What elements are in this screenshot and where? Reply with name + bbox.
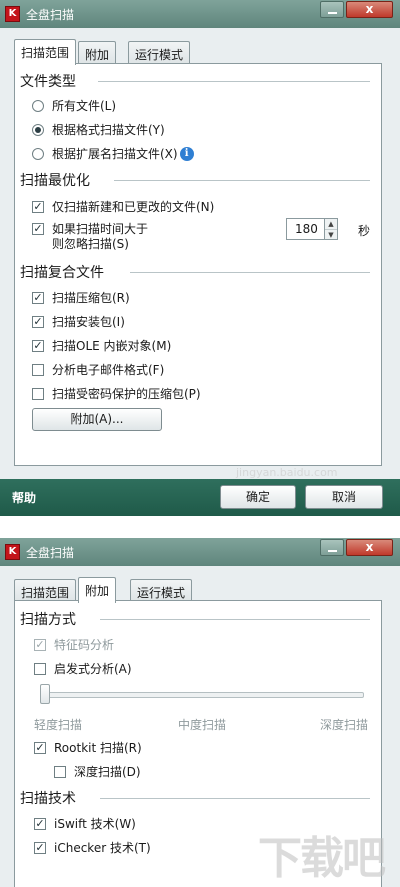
heuristic-analysis-checkbox[interactable]: 启发式分析(A) xyxy=(34,660,132,677)
radio-button[interactable] xyxy=(32,99,44,112)
seconds-value[interactable]: 180 xyxy=(295,222,318,236)
footer-bar: 帮助 确定 取消 xyxy=(0,479,400,516)
checkbox[interactable]: ✓ xyxy=(34,841,46,854)
checkbox[interactable] xyxy=(54,765,66,778)
skip-label-line2: 则忽略扫描(S) xyxy=(52,237,129,251)
rootkit-scan-checkbox[interactable]: ✓ Rootkit 扫描(R) xyxy=(34,739,142,756)
radio-by-format[interactable]: 根据格式扫描文件(Y) xyxy=(32,121,165,138)
checkbox[interactable]: ✓ xyxy=(34,817,46,830)
seconds-stepper[interactable]: 180 ▲ ▼ xyxy=(286,218,338,240)
checkbox[interactable]: ✓ xyxy=(34,638,46,651)
scan-level-slider[interactable] xyxy=(44,692,364,698)
title-bar: K 全盘扫描 x xyxy=(0,0,400,28)
info-icon[interactable]: i xyxy=(179,146,194,161)
checkbox[interactable] xyxy=(32,363,44,376)
scan-settings-window: K 全盘扫描 x 扫描范围 附加 运行模式 文件类型 所有文件(L) 根据格式扫… xyxy=(0,0,400,516)
tab-extra[interactable]: 附加 xyxy=(78,577,117,603)
checkbox[interactable]: ✓ xyxy=(34,741,46,754)
radio-button[interactable] xyxy=(32,147,44,160)
kaspersky-logo-icon: K xyxy=(5,544,20,560)
radio-all-files[interactable]: 所有文件(L) xyxy=(32,97,116,114)
divider xyxy=(98,81,370,82)
signature-analysis-checkbox[interactable]: ✓ 特征码分析 xyxy=(34,636,114,653)
deep-scan-checkbox[interactable]: 深度扫描(D) xyxy=(54,763,141,780)
window-title: 全盘扫描 xyxy=(26,8,75,22)
ichecker-checkbox[interactable]: ✓ iChecker 技术(T) xyxy=(34,839,151,856)
stepper-up-icon[interactable]: ▲ xyxy=(325,219,337,229)
checkbox[interactable]: ✓ xyxy=(32,291,44,304)
radio-by-extension[interactable]: 根据扩展名扫描文件(X) i xyxy=(32,145,194,162)
level-deep-label: 深度扫描 xyxy=(320,718,369,732)
radio-button[interactable] xyxy=(32,123,44,136)
minimize-button[interactable] xyxy=(320,1,344,18)
level-light-label: 轻度扫描 xyxy=(34,718,83,732)
tab-scan-scope[interactable]: 扫描范围 xyxy=(14,39,77,65)
password-archives-checkbox[interactable]: 扫描受密码保护的压缩包(P) xyxy=(32,385,201,402)
checkbox[interactable]: ✓ xyxy=(32,315,44,328)
checkbox[interactable]: ✓ xyxy=(32,223,44,235)
tab-extra[interactable]: 附加 xyxy=(78,41,117,65)
iswift-checkbox[interactable]: ✓ iSwift 技术(W) xyxy=(34,815,136,832)
scan-installers-checkbox[interactable]: ✓ 扫描安装包(I) xyxy=(32,313,125,330)
skip-long-scan-checkbox[interactable]: ✓ 如果扫描时间大于 则忽略扫描(S) xyxy=(32,222,148,252)
level-medium-label: 中度扫描 xyxy=(178,718,227,732)
divider xyxy=(114,180,370,181)
scan-ole-checkbox[interactable]: ✓ 扫描OLE 内嵌对象(M) xyxy=(32,337,171,354)
slider-handle[interactable] xyxy=(40,684,50,704)
divider xyxy=(130,272,370,273)
extra-button[interactable]: 附加(A)... xyxy=(32,408,162,431)
file-types-heading: 文件类型 xyxy=(20,74,76,90)
title-bar: K 全盘扫描 x xyxy=(0,538,400,566)
minimize-button[interactable] xyxy=(320,539,344,556)
scan-methods-heading: 扫描方式 xyxy=(20,612,76,628)
optimize-heading: 扫描最优化 xyxy=(20,173,90,189)
close-button[interactable]: x xyxy=(346,1,393,18)
watermark: jingyan.baidu.com xyxy=(236,466,338,479)
help-link[interactable]: 帮助 xyxy=(12,489,36,506)
watermark: 下载吧 xyxy=(258,833,386,884)
divider xyxy=(100,619,370,620)
checkbox[interactable]: ✓ xyxy=(32,339,44,352)
checkbox[interactable] xyxy=(34,662,46,675)
skip-label-line1: 如果扫描时间大于 xyxy=(52,222,149,236)
window-title: 全盘扫描 xyxy=(26,546,75,560)
tab-run-mode[interactable]: 运行模式 xyxy=(128,41,191,65)
kaspersky-logo-icon: K xyxy=(5,6,20,22)
divider xyxy=(100,798,370,799)
stepper-down-icon[interactable]: ▼ xyxy=(325,229,337,239)
cancel-button[interactable]: 取消 xyxy=(305,485,383,509)
scan-archives-checkbox[interactable]: ✓ 扫描压缩包(R) xyxy=(32,289,130,306)
ok-button[interactable]: 确定 xyxy=(220,485,296,509)
compound-heading: 扫描复合文件 xyxy=(20,265,104,281)
checkbox[interactable] xyxy=(32,387,44,400)
email-formats-checkbox[interactable]: 分析电子邮件格式(F) xyxy=(32,361,164,378)
checkbox[interactable]: ✓ xyxy=(32,200,44,213)
close-button[interactable]: x xyxy=(346,539,393,556)
seconds-unit: 秒 xyxy=(358,224,371,238)
scan-tech-heading: 扫描技术 xyxy=(20,791,76,807)
only-new-files-checkbox[interactable]: ✓ 仅扫描新建和已更改的文件(N) xyxy=(32,198,214,215)
